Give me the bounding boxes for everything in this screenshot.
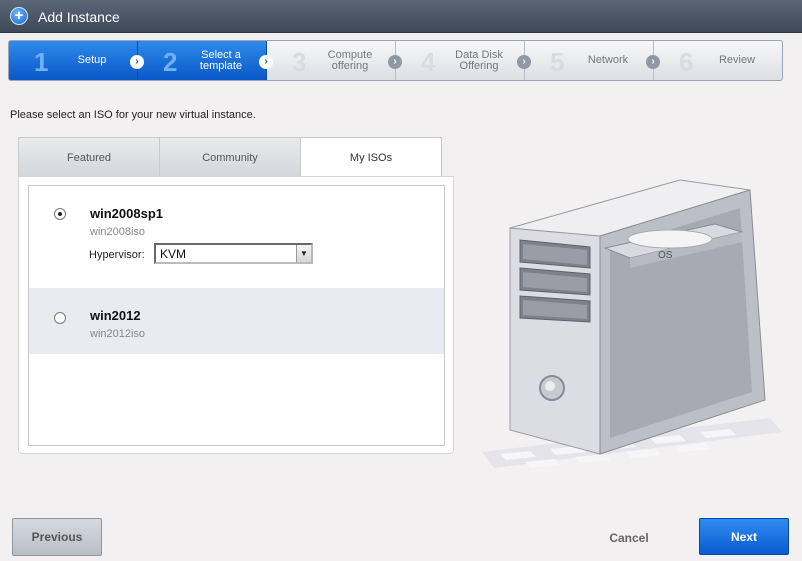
hypervisor-select[interactable]: KVM ▼ (154, 243, 313, 264)
next-button[interactable]: Next (699, 518, 789, 555)
step-label: Setup (77, 54, 107, 66)
list-item[interactable]: win2008sp1 win2008iso Hypervisor: KVM ▼ (29, 186, 444, 288)
iso-subtitle: win2008iso (90, 226, 146, 238)
iso-radio[interactable] (54, 208, 66, 220)
instruction-text: Please select an ISO for your new virtua… (10, 109, 256, 121)
os-disc-label: OS (658, 250, 673, 261)
chevron-right-icon: › (517, 55, 531, 69)
chevron-right-icon: › (646, 55, 660, 69)
step-compute-offering: 3 Compute offering › (267, 41, 402, 80)
list-item[interactable]: win2012 win2012iso (29, 288, 444, 354)
tab-community[interactable]: Community (159, 137, 301, 177)
step-label: Network (587, 54, 629, 66)
step-number: 4 (421, 47, 436, 77)
iso-name: win2012 (90, 308, 141, 323)
step-number: 5 (550, 47, 565, 77)
tab-my-isos[interactable]: My ISOs (300, 137, 442, 177)
step-number: 1 (34, 47, 49, 77)
iso-tabs: Featured Community My ISOs (18, 137, 444, 177)
step-data-disk-offering: 4 Data Disk Offering › (396, 41, 531, 80)
previous-button[interactable]: Previous (12, 518, 102, 556)
step-select-template[interactable]: 2 Select a template › (138, 41, 273, 80)
step-review: 6 Review (654, 41, 782, 80)
plus-icon: + (10, 7, 28, 25)
wizard-stepper: 1 Setup › 2 Select a template › 3 Comput… (8, 40, 783, 81)
iso-subtitle: win2012iso (90, 328, 146, 340)
window-titlebar: + Add Instance (0, 0, 802, 33)
step-label: Compute offering (327, 48, 373, 72)
computer-tower-illustration: OS (482, 179, 782, 468)
step-setup[interactable]: 1 Setup › (9, 41, 144, 80)
iso-radio[interactable] (54, 312, 66, 324)
cancel-button[interactable]: Cancel (598, 528, 660, 548)
chevron-down-icon[interactable]: ▼ (296, 245, 311, 262)
step-label: Review (718, 54, 756, 66)
chevron-right-icon: › (388, 55, 402, 69)
hypervisor-value: KVM (160, 247, 187, 261)
step-label: Data Disk Offering (455, 48, 503, 72)
chevron-right-icon: › (130, 55, 144, 69)
iso-name: win2008sp1 (90, 206, 163, 221)
iso-list: win2008sp1 win2008iso Hypervisor: KVM ▼ … (28, 185, 445, 446)
window-title: Add Instance (38, 9, 120, 25)
step-number: 6 (679, 47, 694, 77)
iso-panel: win2008sp1 win2008iso Hypervisor: KVM ▼ … (18, 176, 454, 454)
hypervisor-label: Hypervisor: (89, 249, 145, 261)
chevron-right-icon: › (259, 55, 273, 69)
step-number: 2 (163, 47, 178, 77)
step-label: Select a template (199, 48, 243, 72)
step-number: 3 (292, 47, 307, 77)
tab-featured[interactable]: Featured (18, 137, 160, 177)
step-network: 5 Network › (525, 41, 660, 80)
